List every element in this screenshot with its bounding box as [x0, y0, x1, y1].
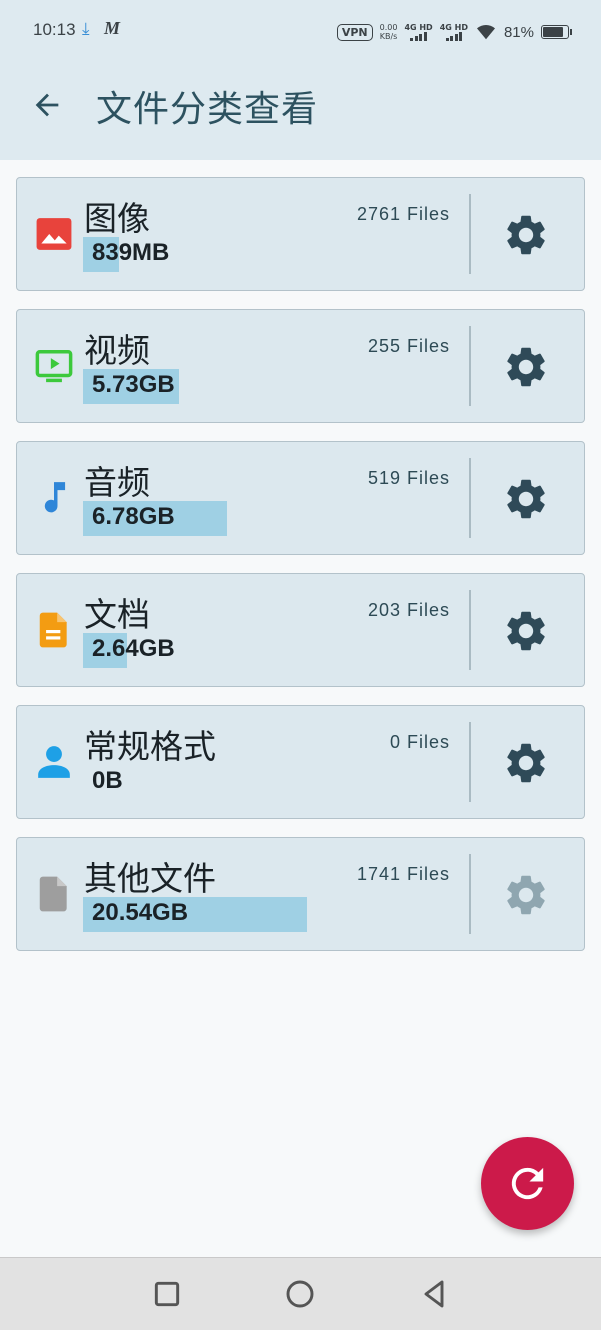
circle-icon[interactable]: [284, 1278, 316, 1310]
divider: [469, 722, 471, 802]
category-card-audio[interactable]: 音频 6.78GB 519 Files: [16, 441, 585, 555]
sim2-label: 4G HD: [439, 23, 468, 32]
video-icon: [35, 350, 73, 383]
refresh-button[interactable]: [481, 1137, 574, 1230]
file-icon: [39, 876, 67, 912]
network-speed-unit: KB/s: [379, 32, 398, 41]
sim1-label: 4G HD: [404, 23, 433, 32]
category-name: 常规格式: [84, 727, 216, 766]
divider: [469, 194, 471, 274]
divider: [469, 458, 471, 538]
category-name: 音频: [84, 463, 150, 502]
music-note-icon: [44, 482, 66, 513]
category-size: 5.73GB: [92, 371, 175, 398]
category-size: 839MB: [92, 239, 170, 266]
category-name: 视频: [84, 331, 150, 370]
category-card-images[interactable]: 图像 839MB 2761 Files: [16, 177, 585, 291]
vpn-indicator: VPN: [336, 23, 373, 41]
category-size: 2.64GB: [92, 635, 175, 662]
category-size: 6.78GB: [92, 503, 175, 530]
category-card-documents[interactable]: 文档 2.64GB 203 Files: [16, 573, 585, 687]
refresh-icon: [511, 1167, 544, 1200]
person-icon: [38, 746, 70, 778]
network-speed: 0.00 KB/s: [380, 23, 398, 41]
sim2-signal: 4G HD: [440, 23, 468, 41]
gear-icon[interactable]: [502, 607, 550, 655]
gear-icon[interactable]: [502, 871, 550, 919]
gear-icon[interactable]: [502, 343, 550, 391]
status-time: 10:13: [33, 20, 76, 39]
category-name: 图像: [84, 199, 150, 238]
status-right-group: VPN 0.00 KB/s 4G HD 4G HD 81%: [336, 18, 572, 46]
status-bar: 10:13 ⤓ M VPN 0.00 KB/s 4G HD 4G HD 81%: [0, 0, 601, 62]
file-count: 519 Files: [367, 468, 450, 488]
network-speed-value: 0.00: [379, 23, 398, 32]
image-icon: [36, 218, 72, 250]
battery-icon: [541, 25, 572, 39]
file-count: 0 Files: [389, 732, 450, 752]
category-card-videos[interactable]: 视频 5.73GB 255 Files: [16, 309, 585, 423]
download-icon: ⤓: [82, 19, 90, 39]
gear-icon[interactable]: [502, 739, 550, 787]
sim1-signal: 4G HD: [404, 23, 433, 41]
gear-icon[interactable]: [502, 475, 550, 523]
square-icon[interactable]: [151, 1278, 183, 1310]
battery-percent: 81%: [503, 23, 534, 41]
app-bar: 文件分类查看: [0, 62, 601, 160]
category-list: 图像 839MB 2761 Files 视频 5.73GB 255 Files …: [16, 177, 585, 969]
triangle-back-icon[interactable]: [418, 1278, 450, 1310]
navigation-bar: [0, 1257, 601, 1330]
file-count: 1741 Files: [356, 864, 450, 884]
file-count: 2761 Files: [356, 204, 450, 224]
signal-bars-icon: [404, 32, 432, 41]
category-card-general-formats[interactable]: 常规格式 0B 0 Files: [16, 705, 585, 819]
divider: [469, 590, 471, 670]
signal-bars-icon: [440, 32, 468, 41]
divider: [469, 854, 471, 934]
category-size: 0B: [92, 767, 123, 794]
category-size: 20.54GB: [92, 899, 189, 926]
arrow-left-icon[interactable]: [30, 88, 64, 122]
document-icon: [39, 612, 67, 648]
page-title: 文件分类查看: [96, 89, 319, 130]
category-card-other-files[interactable]: 其他文件 20.54GB 1741 Files: [16, 837, 585, 951]
category-name: 其他文件: [84, 859, 216, 898]
app-notification-icon: M: [104, 18, 121, 38]
file-count: 203 Files: [367, 600, 450, 620]
gear-icon[interactable]: [502, 211, 550, 259]
category-name: 文档: [84, 595, 150, 634]
wifi-icon: [476, 24, 495, 40]
file-count: 255 Files: [367, 336, 450, 356]
divider: [469, 326, 471, 406]
